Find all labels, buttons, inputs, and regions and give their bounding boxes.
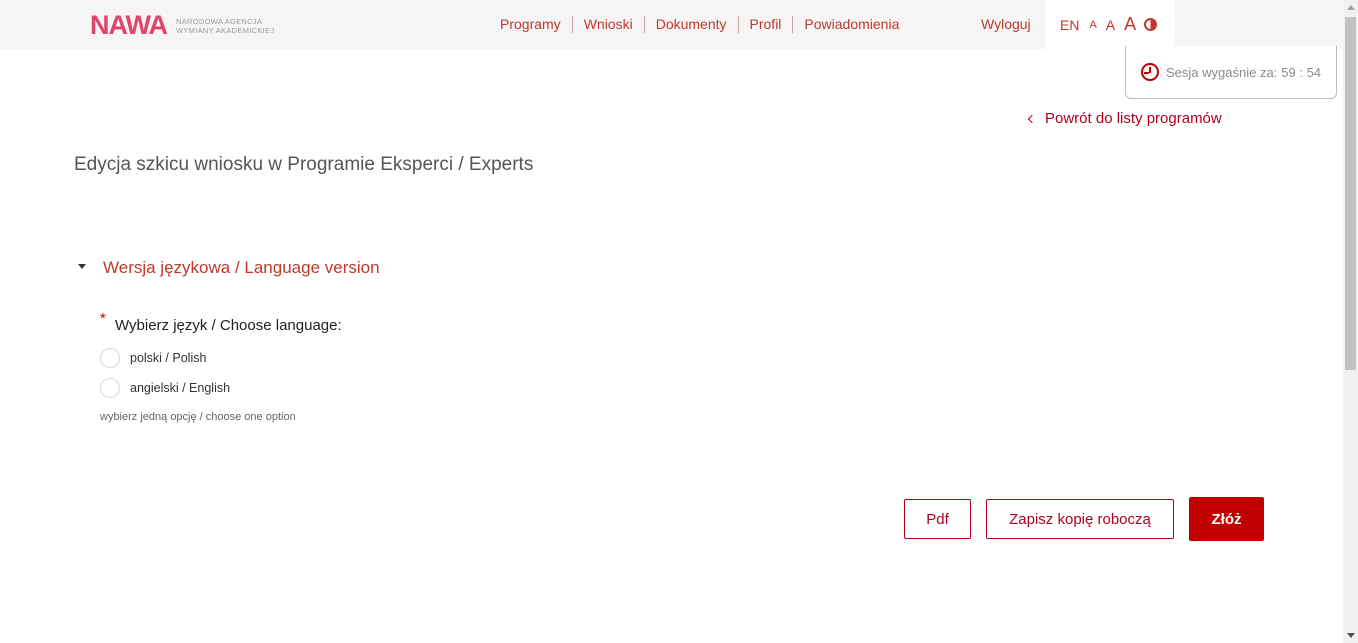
radio-label: angielski / English [130,381,231,395]
logout-link[interactable]: Wyloguj [981,16,1031,33]
accessibility-panel: EN A A A [1045,0,1175,49]
vertical-scrollbar[interactable] [1343,0,1358,643]
page: NAWA NARODOWA AGENCJA WYMIANY AKADEMICKI… [0,0,1358,643]
session-time: 59 : 54 [1281,64,1322,80]
clock-icon [1141,63,1159,81]
nav-item-dokumenty[interactable]: Dokumenty [643,16,738,33]
back-to-programs-link[interactable]: Powrót do listy programów [1026,110,1222,127]
radio-option-english[interactable]: angielski / English [100,378,230,398]
session-label: Sesja wygaśnie za: [1166,64,1278,80]
radio-button[interactable] [100,348,120,368]
nav-item-wnioski[interactable]: Wnioski [571,16,644,33]
chevron-left-icon [1027,114,1037,123]
font-size-large[interactable]: A [1124,14,1136,35]
nawa-logo[interactable]: NAWA NARODOWA AGENCJA WYMIANY AKADEMICKI… [90,12,274,39]
font-size-medium[interactable]: A [1106,17,1115,33]
language-switch[interactable]: EN [1060,17,1079,33]
back-link-label: Powrót do listy programów [1045,110,1222,127]
field-hint: wybierz jedną opcję / choose one option [100,411,296,423]
radio-button[interactable] [100,378,120,398]
contrast-icon[interactable] [1144,18,1158,31]
nav-item-profil[interactable]: Profil [737,16,793,33]
scrollbar-thumb[interactable] [1345,17,1356,370]
logo-subtitle-line1: NARODOWA AGENCJA [176,16,263,26]
radio-label: polski / Polish [130,351,207,365]
scroll-down-arrow-icon[interactable] [1347,633,1355,638]
scroll-up-arrow-icon[interactable] [1347,5,1355,10]
pdf-button[interactable]: Pdf [904,499,971,539]
section-title-language-version[interactable]: Wersja językowa / Language version [103,258,380,278]
font-size-small[interactable]: A [1089,19,1096,31]
nav-item-powiadomienia[interactable]: Powiadomienia [792,16,910,33]
page-title: Edycja szkicu wniosku w Programie Eksper… [74,154,534,175]
session-timer: Sesja wygaśnie za: 59 : 54 [1125,46,1337,99]
save-draft-button[interactable]: Zapisz kopię roboczą [986,499,1174,539]
caret-down-icon[interactable] [78,264,86,269]
main-nav: Programy Wnioski Dokumenty Profil Powiad… [490,16,910,33]
submit-button[interactable]: Złóż [1189,497,1264,541]
top-navigation-bar: NAWA NARODOWA AGENCJA WYMIANY AKADEMICKI… [0,0,1343,49]
required-marker: * [100,310,106,327]
logo-mark: NAWA [90,10,168,40]
nav-item-programy[interactable]: Programy [490,16,572,33]
logo-subtitle: NARODOWA AGENCJA WYMIANY AKADEMICKIEJ [176,17,274,35]
logo-subtitle-line2: WYMIANY AKADEMICKIEJ [176,25,275,35]
language-field-label: Wybierz język / Choose language: [115,317,342,334]
radio-option-polish[interactable]: polski / Polish [100,348,206,368]
